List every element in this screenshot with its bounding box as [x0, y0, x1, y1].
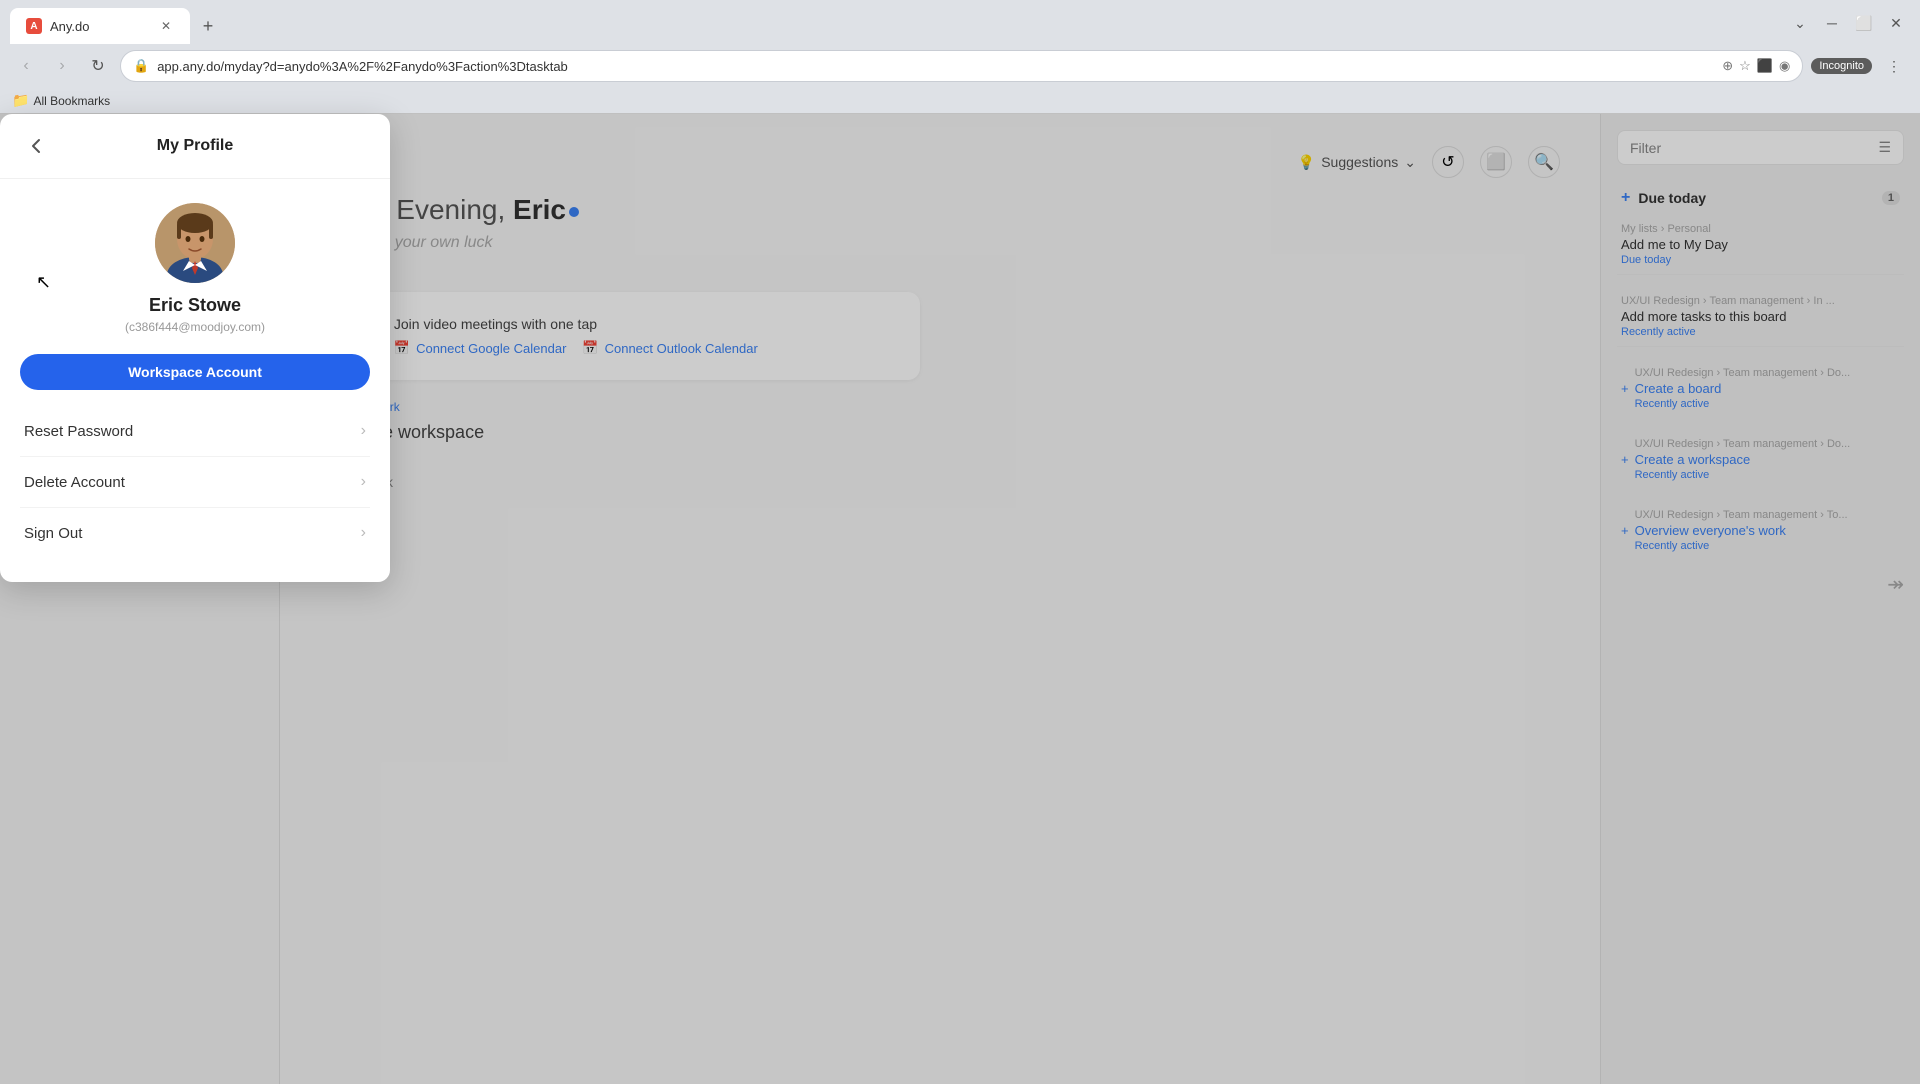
address-bar-icons: ⊕ ☆ ⬛ ◉: [1722, 58, 1790, 74]
profile-header: My Profile: [0, 114, 390, 179]
address-bar-row: ‹ › ↻ 🔒 app.any.do/myday?d=anydo%3A%2F%2…: [0, 44, 1920, 90]
tab-search-button[interactable]: ⌄: [1786, 9, 1814, 37]
reset-password-item[interactable]: Reset Password ›: [20, 406, 370, 457]
avatar: [155, 203, 235, 283]
profile-menu: Reset Password › Delete Account › Sign O…: [20, 406, 370, 558]
cast-icon[interactable]: ⊕: [1722, 58, 1733, 74]
new-tab-button[interactable]: +: [194, 12, 222, 40]
reset-password-chevron-icon: ›: [361, 422, 366, 440]
account-icon[interactable]: ◉: [1779, 58, 1790, 74]
profile-email: (c386f444@moodjoy.com): [125, 320, 265, 334]
profile-title: My Profile: [52, 137, 338, 155]
bookmark-star-icon[interactable]: ☆: [1739, 58, 1751, 74]
bookmarks-folder-icon: 📁: [12, 92, 29, 109]
browser-chrome: A Any.do ✕ + ⌄ ─ ⬜ ✕ ‹ › ↻ 🔒 app.any.do/…: [0, 0, 1920, 114]
delete-account-chevron-icon: ›: [361, 473, 366, 491]
url-text: app.any.do/myday?d=anydo%3A%2F%2Fanydo%3…: [157, 59, 1714, 74]
bookmarks-label[interactable]: All Bookmarks: [33, 94, 110, 108]
main-content: Trial ends in 14 days U UX/UI Redesign 👤…: [0, 114, 1920, 1084]
browser-tab[interactable]: A Any.do ✕: [10, 8, 190, 44]
tab-title: Any.do: [50, 19, 150, 34]
tab-bar: A Any.do ✕ + ⌄ ─ ⬜ ✕: [0, 0, 1920, 44]
tab-favicon: A: [26, 18, 42, 34]
address-bar[interactable]: 🔒 app.any.do/myday?d=anydo%3A%2F%2Fanydo…: [120, 50, 1803, 82]
window-controls: ⌄ ─ ⬜ ✕: [1786, 9, 1910, 43]
browser-menu-button[interactable]: ⋮: [1880, 52, 1908, 80]
extension-icon[interactable]: ⬛: [1757, 58, 1773, 74]
delete-account-item[interactable]: Delete Account ›: [20, 457, 370, 508]
lock-icon: 🔒: [133, 58, 149, 74]
profile-panel: My Profile: [0, 114, 390, 582]
forward-nav-button[interactable]: ›: [48, 52, 76, 80]
profile-name: Eric Stowe: [149, 295, 241, 316]
profile-body: Eric Stowe (c386f444@moodjoy.com) Worksp…: [0, 179, 390, 582]
reset-password-label: Reset Password: [24, 423, 133, 440]
tab-close-button[interactable]: ✕: [158, 18, 174, 34]
back-nav-button[interactable]: ‹: [12, 52, 40, 80]
sign-out-item[interactable]: Sign Out ›: [20, 508, 370, 558]
workspace-account-button[interactable]: Workspace Account: [20, 354, 370, 390]
sign-out-label: Sign Out: [24, 525, 82, 542]
sign-out-chevron-icon: ›: [361, 524, 366, 542]
restore-button[interactable]: ⬜: [1850, 9, 1878, 37]
delete-account-label: Delete Account: [24, 474, 125, 491]
close-button[interactable]: ✕: [1882, 9, 1910, 37]
bookmarks-bar: 📁 All Bookmarks: [0, 90, 1920, 113]
back-button[interactable]: [20, 130, 52, 162]
minimize-button[interactable]: ─: [1818, 9, 1846, 37]
incognito-badge: Incognito: [1811, 58, 1872, 74]
reload-button[interactable]: ↻: [84, 52, 112, 80]
